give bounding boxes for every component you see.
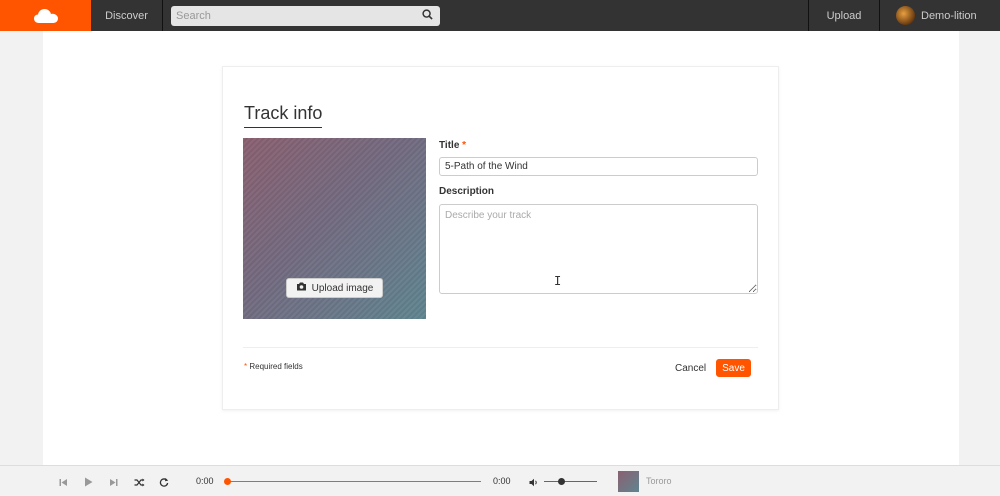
- required-fields-note: * Required fields: [244, 362, 303, 371]
- required-note-text: Required fields: [249, 362, 303, 371]
- user-menu[interactable]: Demo-lition: [880, 0, 980, 31]
- divider: [243, 347, 758, 348]
- track-artwork: Upload image: [243, 138, 426, 319]
- shuffle-icon[interactable]: [132, 475, 146, 489]
- cancel-button[interactable]: Cancel: [675, 359, 706, 377]
- description-label: Description: [439, 186, 495, 197]
- progress-bar[interactable]: [227, 481, 481, 482]
- duration-time: 0:00: [493, 476, 511, 486]
- now-playing-title[interactable]: Tororo: [646, 476, 672, 486]
- search-bar[interactable]: [171, 5, 440, 26]
- top-right-nav: Upload Demo-lition: [808, 0, 1000, 31]
- skip-back-icon[interactable]: [56, 475, 70, 489]
- track-info-card: Track info Upload image Title * Descript…: [222, 66, 779, 410]
- play-icon[interactable]: [81, 475, 95, 489]
- page-title: Track info: [244, 103, 323, 128]
- volume-slider[interactable]: [544, 481, 597, 482]
- avatar: [896, 6, 915, 25]
- camera-icon: [296, 282, 307, 294]
- required-marker: *: [244, 362, 248, 371]
- top-navigation-bar: Discover Upload Demo-lition: [0, 0, 1000, 31]
- upload-image-button[interactable]: Upload image: [286, 278, 383, 298]
- title-label: Title *: [439, 140, 466, 151]
- text-cursor-icon: I: [554, 274, 562, 288]
- soundcloud-logo-icon[interactable]: [0, 0, 91, 31]
- volume-icon[interactable]: [527, 475, 541, 489]
- required-marker: *: [462, 140, 467, 151]
- description-field[interactable]: [439, 204, 758, 294]
- volume-handle[interactable]: [558, 478, 565, 485]
- search-icon[interactable]: [422, 7, 433, 25]
- save-button[interactable]: Save: [716, 359, 751, 377]
- search-input[interactable]: [176, 9, 396, 22]
- skip-forward-icon[interactable]: [106, 475, 120, 489]
- search-container: [163, 0, 440, 31]
- username: Demo-lition: [921, 9, 977, 22]
- now-playing-artwork[interactable]: [618, 471, 639, 492]
- elapsed-time: 0:00: [196, 476, 214, 486]
- nav-upload[interactable]: Upload: [808, 0, 880, 31]
- progress-handle[interactable]: [224, 478, 231, 485]
- title-label-text: Title: [439, 140, 460, 151]
- nav-discover[interactable]: Discover: [91, 0, 163, 31]
- repeat-icon[interactable]: [157, 475, 171, 489]
- top-right-spacer: [980, 0, 1000, 31]
- player-bar: 0:00 0:00 Tororo: [0, 465, 1000, 496]
- upload-image-label: Upload image: [311, 282, 374, 294]
- title-field[interactable]: [439, 157, 758, 176]
